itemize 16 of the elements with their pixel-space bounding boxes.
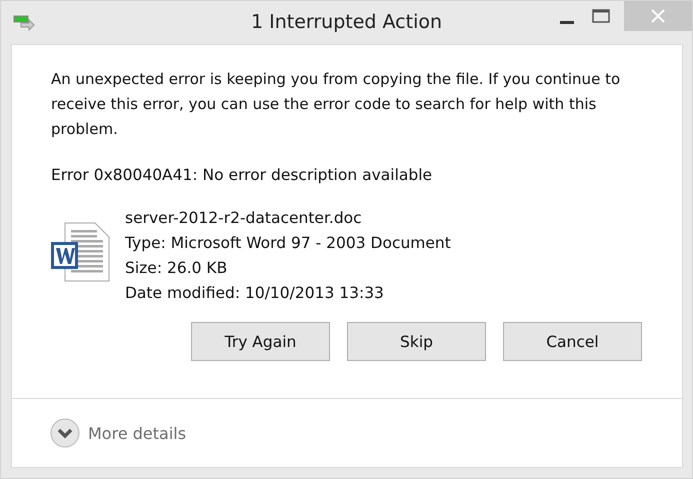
file-type: Type: Microsoft Word 97 - 2003 Document (125, 233, 451, 254)
dialog-button[interactable]: Try Again (191, 322, 330, 361)
window-title: 1 Interrupted Action (250, 11, 442, 33)
close-icon (651, 9, 665, 23)
dialog-button[interactable]: Cancel (503, 322, 642, 361)
maximize-icon (592, 8, 610, 24)
file-date-modified: Date modified: 10/10/2013 13:33 (125, 283, 385, 304)
minimize-icon (560, 21, 574, 24)
more-details-toggle[interactable]: More details (50, 418, 186, 448)
error-message: An unexpected error is keeping you from copying the file. If you continue to receive this error, you can use the error code to search for help with this problem. (51, 69, 622, 140)
file-name: server-2012-r2-datacenter.doc (125, 208, 363, 229)
error-code: Error 0x80040A41: No error description available (51, 166, 434, 184)
file-size: Size: 26.0 KB (125, 258, 228, 279)
dialog-button[interactable]: Skip (347, 322, 486, 361)
file-copy-icon (13, 13, 35, 31)
word-document-icon (51, 222, 111, 282)
